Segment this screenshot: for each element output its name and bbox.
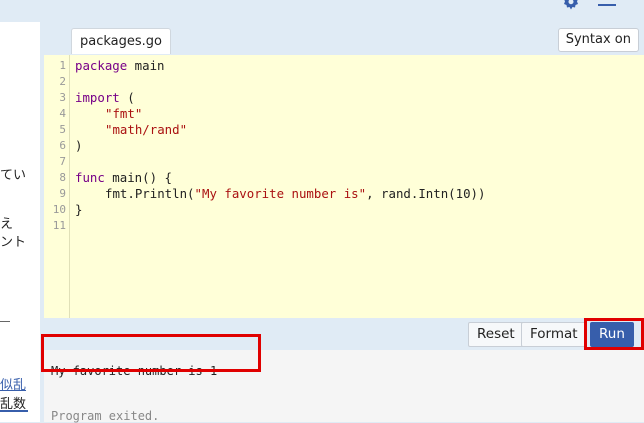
code-line: fmt.Println("My favorite number is", ran… bbox=[105, 186, 485, 201]
top-bar bbox=[0, 0, 644, 22]
keyword: func bbox=[75, 170, 105, 185]
code-text: main() { bbox=[104, 170, 172, 185]
editor-tabs: packages.go Syntax on bbox=[44, 22, 644, 55]
code-text: main bbox=[127, 58, 165, 73]
code-line: "math/rand" bbox=[105, 122, 188, 137]
line-number: 3 bbox=[59, 91, 66, 104]
line-number: 8 bbox=[59, 171, 66, 184]
sidebar-dash bbox=[0, 321, 10, 322]
sidebar-accent-bar bbox=[0, 410, 28, 412]
code-line: ) bbox=[75, 138, 83, 153]
line-number: 4 bbox=[59, 107, 66, 120]
sidebar-text-fragment: てい bbox=[0, 168, 27, 183]
code-line: package main bbox=[75, 58, 165, 73]
code-text: ( bbox=[119, 90, 135, 105]
line-number: 6 bbox=[59, 139, 66, 152]
code-line: "fmt" bbox=[105, 106, 143, 121]
string-literal: "My favorite number is" bbox=[194, 186, 367, 201]
file-tab[interactable]: packages.go bbox=[71, 28, 171, 54]
hamburger-menu-icon[interactable] bbox=[598, 0, 616, 9]
sidebar-text-fragment: ント bbox=[0, 235, 27, 250]
sidebar-link[interactable]: 似乱 bbox=[0, 374, 26, 393]
line-number: 2 bbox=[59, 75, 66, 88]
code-text: fmt.Println( bbox=[105, 186, 195, 201]
line-number: 11 bbox=[52, 219, 66, 232]
keyword: import bbox=[75, 90, 120, 105]
program-exit-message: Program exited. bbox=[51, 409, 160, 423]
gear-icon[interactable] bbox=[563, 0, 579, 10]
line-number-gutter: 1 2 3 4 5 6 7 8 9 10 11 bbox=[44, 55, 69, 318]
sidebar-text-fragment: え bbox=[0, 217, 14, 232]
run-highlight-box bbox=[584, 318, 644, 350]
format-button[interactable]: Format bbox=[521, 322, 587, 347]
code-editor[interactable]: 1 2 3 4 5 6 7 8 9 10 11 package main imp… bbox=[44, 55, 644, 318]
code-text: , rand.Intn(10)) bbox=[366, 186, 486, 201]
code-line: } bbox=[75, 202, 83, 217]
line-number: 1 bbox=[59, 59, 66, 72]
keyword: package bbox=[75, 58, 128, 73]
line-number: 7 bbox=[59, 155, 66, 168]
line-number: 9 bbox=[59, 187, 66, 200]
line-number: 10 bbox=[52, 203, 66, 216]
syntax-toggle-button[interactable]: Syntax on bbox=[557, 28, 639, 52]
line-number: 5 bbox=[59, 123, 66, 136]
code-line: func main() { bbox=[75, 170, 172, 185]
reset-button[interactable]: Reset bbox=[468, 322, 524, 347]
gutter-divider bbox=[69, 55, 70, 318]
code-line: import ( bbox=[75, 90, 135, 105]
output-highlight-box bbox=[41, 334, 261, 372]
tour-text-panel: てい え ント 似乱 乱数 bbox=[0, 22, 40, 422]
